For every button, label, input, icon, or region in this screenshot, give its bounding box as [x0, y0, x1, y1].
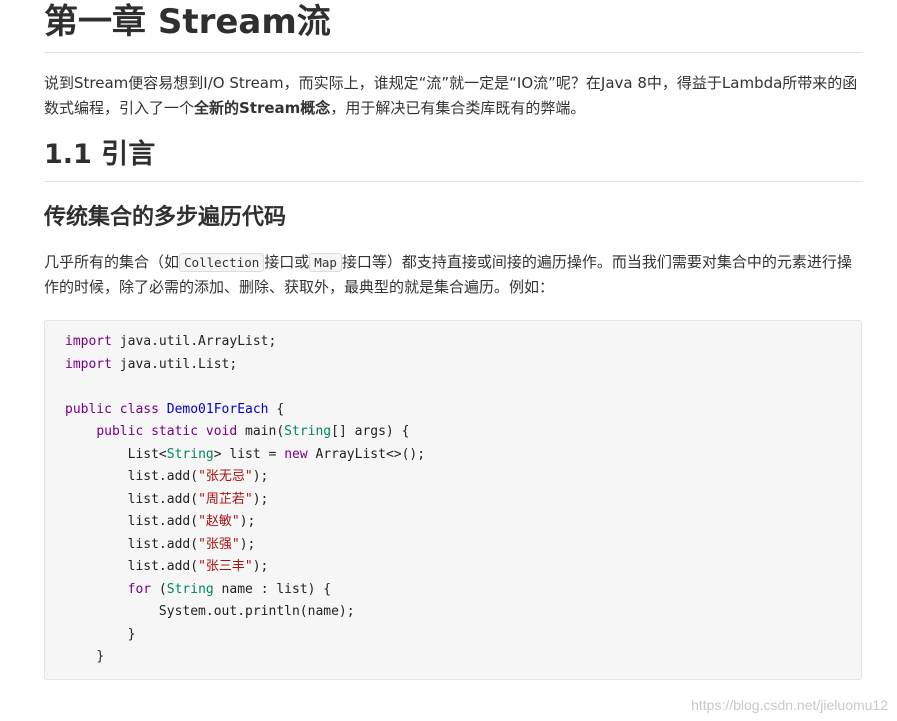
code-text: );	[252, 469, 269, 484]
code-string: "赵敏"	[198, 514, 240, 529]
code-text: }	[127, 626, 136, 642]
intro-bold-text: 全新的Stream概念	[194, 99, 331, 117]
code-text: list.add(	[127, 491, 199, 507]
intro-paragraph: 说到Stream便容易想到I/O Stream，而实际上，谁规定“流”就一定是“…	[44, 71, 862, 121]
code-text: );	[239, 514, 256, 529]
code-text: );	[252, 491, 269, 507]
code-text: List<	[127, 446, 167, 462]
code-keyword: import	[65, 334, 112, 349]
code-text: java.util.List;	[111, 356, 238, 372]
subsection-title: 传统集合的多步遍历代码	[44, 205, 287, 230]
code-keyword: new	[284, 446, 308, 462]
code-type: String	[166, 581, 214, 597]
code-text: );	[239, 536, 256, 552]
paragraph-text-2: 接口或	[264, 253, 310, 271]
code-text: java.util.ArrayList;	[111, 334, 277, 349]
code-text: );	[252, 559, 269, 574]
intro-text-2: ，用于解决已有集合类库既有的弊端。	[330, 99, 586, 117]
inline-code-map: Map	[309, 253, 342, 272]
code-text: {	[268, 401, 285, 417]
code-keyword: public static void	[96, 424, 238, 439]
code-text: > list =	[213, 446, 285, 462]
code-string: "张三丰"	[198, 559, 253, 574]
section-title: 1.1 引言	[44, 135, 862, 182]
chapter-title: 第一章 Stream流	[44, 0, 862, 53]
code-text: main(	[237, 424, 285, 439]
code-string: "张强"	[198, 536, 240, 552]
code-text: }	[96, 649, 105, 664]
watermark: https://blog.csdn.net/jieluomu12	[691, 697, 888, 713]
code-text: [] args) {	[331, 424, 410, 439]
code-text: list.add(	[127, 514, 199, 529]
code-string: "周芷若"	[198, 491, 253, 507]
code-content: import java.util.ArrayList; import java.…	[65, 331, 861, 669]
article: 第一章 Stream流 说到Stream便容易想到I/O Stream，而实际上…	[44, 0, 862, 680]
code-type: String	[284, 424, 332, 439]
code-type: String	[166, 446, 214, 462]
code-keyword: public class	[65, 401, 159, 417]
code-class-name: Demo01ForEach	[166, 401, 269, 417]
code-keyword: for	[127, 581, 152, 597]
code-text: list.add(	[127, 469, 199, 484]
code-block[interactable]: import java.util.ArrayList; import java.…	[44, 320, 862, 680]
code-text: ArrayList<>();	[307, 446, 426, 462]
code-text: System.out.println(name);	[158, 604, 355, 619]
paragraph-text-1: 几乎所有的集合（如	[44, 253, 180, 271]
inline-code-collection: Collection	[179, 253, 265, 272]
code-text: list.add(	[127, 559, 199, 574]
code-string: "张无忌"	[198, 469, 253, 484]
code-text: name : list) {	[213, 581, 332, 597]
code-text: (	[151, 581, 167, 597]
code-keyword: import	[65, 356, 112, 372]
code-text: list.add(	[127, 536, 199, 552]
body-paragraph: 几乎所有的集合（如 Collection 接口或 Map 接口等）都支持直接或间接的遍历…	[44, 250, 862, 300]
